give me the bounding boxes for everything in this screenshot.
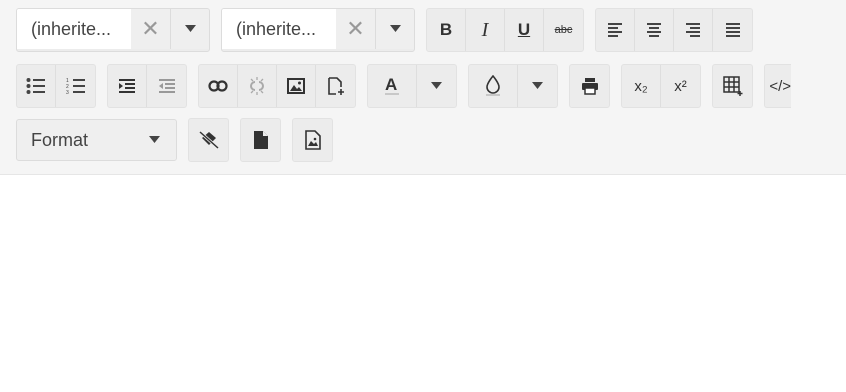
document-group bbox=[240, 118, 281, 162]
table-icon bbox=[722, 76, 742, 96]
italic-button[interactable]: I bbox=[466, 9, 505, 51]
font-color-button[interactable]: A bbox=[368, 65, 417, 107]
svg-text:3: 3 bbox=[66, 90, 69, 95]
indent-button[interactable] bbox=[108, 65, 147, 107]
subscript-button[interactable]: x₂ bbox=[622, 65, 661, 107]
strikethrough-button[interactable]: abc bbox=[544, 9, 583, 51]
font-size-input[interactable]: (inherite... bbox=[222, 9, 336, 49]
insert-group bbox=[198, 64, 356, 108]
clear-formatting-button[interactable] bbox=[189, 119, 228, 161]
highlight-color-icon bbox=[486, 75, 500, 96]
svg-text:A: A bbox=[385, 75, 397, 94]
clear-format-group bbox=[188, 118, 229, 162]
font-family-input[interactable]: (inherite... bbox=[17, 9, 131, 49]
bold-button[interactable]: B bbox=[427, 9, 466, 51]
print-group bbox=[569, 64, 610, 108]
italic-icon: I bbox=[481, 18, 489, 41]
font-family-combo: (inherite... ✕ bbox=[16, 8, 210, 52]
numbered-list-icon: 1 2 3 bbox=[66, 78, 85, 95]
toolbar-row-1: (inherite... ✕ (inherite... ✕ B I U abc bbox=[16, 8, 764, 52]
insert-file-icon bbox=[327, 77, 344, 95]
code-group: </> bbox=[764, 64, 791, 108]
image-file-group bbox=[292, 118, 333, 162]
image-icon bbox=[287, 78, 305, 94]
format-select-label: Format bbox=[31, 129, 89, 150]
font-size-combo: (inherite... ✕ bbox=[221, 8, 415, 52]
insert-table-button[interactable] bbox=[713, 65, 752, 107]
new-document-button[interactable] bbox=[241, 119, 280, 161]
indent-group bbox=[107, 64, 187, 108]
list-group: 1 2 3 bbox=[16, 64, 96, 108]
text-style-group: B I U abc bbox=[426, 8, 584, 52]
outdent-icon bbox=[158, 79, 175, 93]
unlink-button[interactable] bbox=[238, 65, 277, 107]
print-icon bbox=[581, 78, 598, 95]
toolbar-row-3: Format bbox=[16, 118, 344, 162]
bullet-list-icon bbox=[26, 78, 45, 94]
editor-content-area[interactable] bbox=[0, 175, 846, 392]
font-color-dropdown[interactable] bbox=[417, 65, 456, 107]
bold-icon: B bbox=[439, 20, 453, 39]
strikethrough-icon: abc bbox=[554, 24, 573, 36]
align-center-button[interactable] bbox=[635, 9, 674, 51]
highlight-color-group bbox=[468, 64, 558, 108]
insert-file-button[interactable] bbox=[316, 65, 355, 107]
chevron-down-icon bbox=[532, 82, 543, 89]
font-color-group: A bbox=[367, 64, 457, 108]
link-button[interactable] bbox=[199, 65, 238, 107]
align-center-icon bbox=[647, 23, 661, 37]
chevron-down-icon bbox=[149, 136, 160, 143]
code-view-button[interactable]: </> bbox=[765, 65, 791, 107]
superscript-button[interactable]: x² bbox=[661, 65, 700, 107]
indent-icon bbox=[119, 79, 135, 93]
image-file-button[interactable] bbox=[293, 119, 332, 161]
script-group: x₂ x² bbox=[621, 64, 701, 108]
align-right-button[interactable] bbox=[674, 9, 713, 51]
toolbar-row-2: 1 2 3 A x₂ x² </> bbox=[16, 64, 791, 108]
rich-text-editor: (inherite... ✕ (inherite... ✕ B I U abc … bbox=[0, 0, 846, 392]
subscript-icon: x₂ bbox=[634, 77, 648, 95]
superscript-icon: x² bbox=[674, 77, 687, 95]
code-view-icon: </> bbox=[769, 77, 791, 95]
align-left-icon bbox=[608, 23, 622, 37]
chevron-down-icon[interactable] bbox=[375, 9, 414, 49]
table-group bbox=[712, 64, 753, 108]
alignment-group bbox=[595, 8, 753, 52]
image-file-icon bbox=[304, 130, 321, 150]
align-right-icon bbox=[686, 23, 700, 37]
align-left-button[interactable] bbox=[596, 9, 635, 51]
chevron-down-icon bbox=[431, 82, 442, 89]
insert-image-button[interactable] bbox=[277, 65, 316, 107]
print-button[interactable] bbox=[570, 65, 609, 107]
bullet-list-button[interactable] bbox=[17, 65, 56, 107]
clear-icon[interactable]: ✕ bbox=[336, 9, 375, 49]
chevron-down-icon[interactable] bbox=[170, 9, 209, 49]
underline-icon: U bbox=[517, 20, 531, 39]
font-color-icon: A bbox=[385, 75, 399, 95]
justify-icon bbox=[725, 23, 740, 37]
new-document-icon bbox=[253, 131, 268, 149]
justify-button[interactable] bbox=[713, 9, 752, 51]
numbered-list-button[interactable]: 1 2 3 bbox=[56, 65, 95, 107]
link-icon bbox=[208, 80, 228, 92]
highlight-color-button[interactable] bbox=[469, 65, 518, 107]
underline-button[interactable]: U bbox=[505, 9, 544, 51]
clear-icon[interactable]: ✕ bbox=[131, 9, 170, 49]
editor-toolbar: (inherite... ✕ (inherite... ✕ B I U abc … bbox=[0, 0, 846, 175]
unlink-icon bbox=[250, 77, 264, 95]
outdent-button[interactable] bbox=[147, 65, 186, 107]
highlight-color-dropdown[interactable] bbox=[518, 65, 557, 107]
format-select[interactable]: Format bbox=[16, 119, 177, 161]
clear-formatting-icon bbox=[198, 131, 219, 149]
